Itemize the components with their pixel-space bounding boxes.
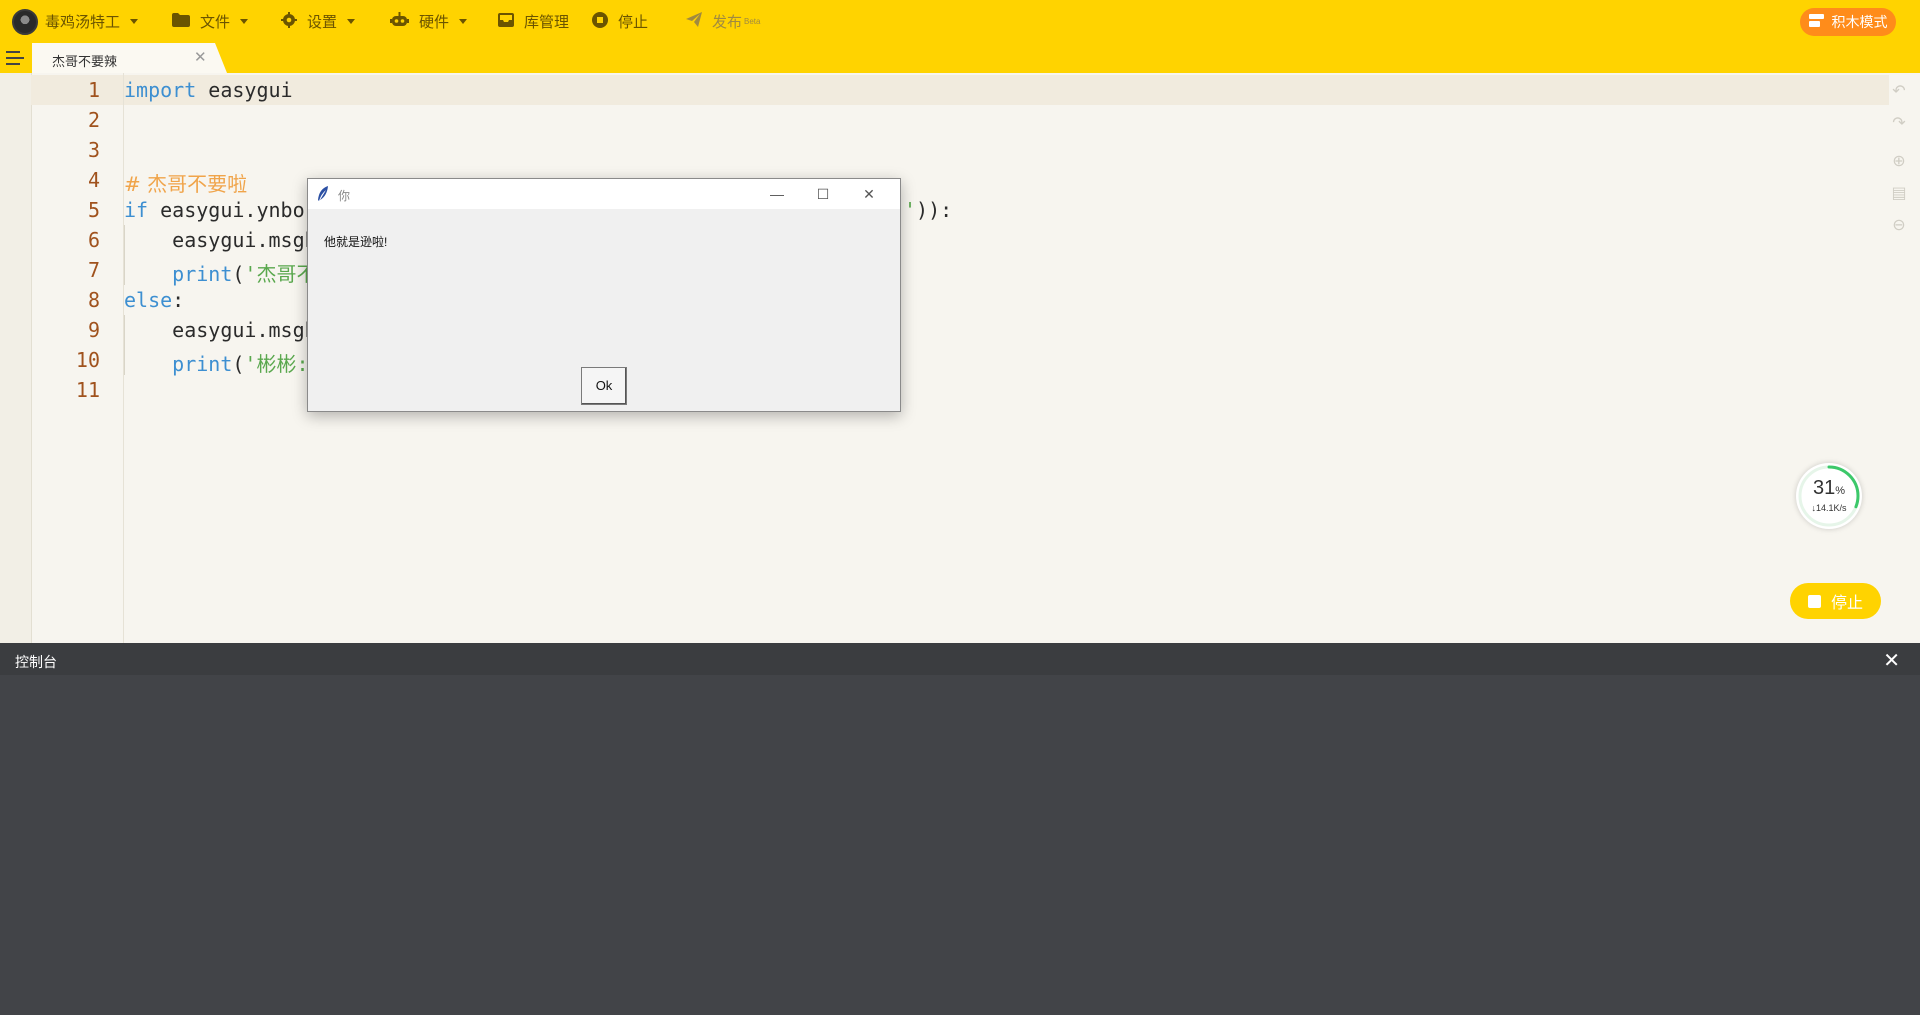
code-line: else: [124,288,185,312]
line-number: 8 [87,288,100,312]
menu-publish[interactable]: 发布 Beta [686,0,760,43]
line-number: 10 [75,348,100,372]
console-output[interactable] [0,675,1920,1015]
line-number: 4 [87,168,100,192]
network-speed-widget[interactable]: 31% ↓14.1K/s [1796,463,1862,529]
block-mode-label: 积木模式 [1831,14,1888,30]
user-menu[interactable]: 毒鸡汤特工 [12,0,139,43]
code-line: easygui.msgb [124,228,317,252]
menu-stop-label: 停止 [618,14,649,31]
avatar [12,8,38,35]
chevron-down-icon [347,19,356,24]
tab-bar: 杰哥不要辣 ✕ [0,43,1920,73]
code-line: # 杰哥不要啦 [124,172,248,196]
paper-plane-icon [686,12,702,31]
close-icon[interactable]: ✕ [1883,648,1900,673]
stop-icon [1807,594,1821,608]
zoom-out-icon[interactable]: ⊖ [1890,217,1908,235]
redo-icon[interactable]: ↷ [1890,115,1908,133]
tab-label: 杰哥不要辣 [52,54,118,69]
menu-publish-label: 发布 [712,14,743,31]
network-percent: 31% [1812,477,1846,499]
line-number: 2 [87,108,100,132]
line-number: 9 [87,318,100,342]
undo-icon[interactable]: ↶ [1890,83,1908,101]
gear-icon [281,11,297,32]
chevron-down-icon [459,19,468,24]
console-header: 控制台 ✕ [0,643,1920,675]
menu-toggle-icon[interactable] [6,51,24,65]
message-dialog: 你 — ☐ ✕ 他就是逊啦! Ok [307,178,901,412]
menu-settings[interactable]: 设置 [281,0,356,43]
line-number: 3 [87,138,100,162]
zoom-in-icon[interactable]: ⊕ [1890,153,1908,171]
feather-icon [317,186,329,207]
code-line: easygui.msgb [124,318,317,342]
menu-file[interactable]: 文件 [172,0,249,43]
code-line: print('彬彬: [124,352,309,376]
code-line: print('杰哥不 [124,262,317,286]
menu-stop[interactable]: 停止 [592,0,648,43]
line-number: 5 [87,198,100,222]
menu-settings-label: 设置 [307,14,338,31]
active-line-highlight [31,75,1889,105]
code-line: import easygui [124,78,293,102]
line-number: 11 [75,378,100,402]
code-line-tail: ')): [904,198,953,222]
code-line: if easygui.ynbo [124,198,305,222]
menu-file-label: 文件 [200,14,231,31]
menu-hardware-label: 硬件 [419,14,450,31]
line-number: 6 [87,228,100,252]
block-mode-button[interactable]: 积木模式 [1800,8,1896,36]
ok-button[interactable]: Ok [581,367,627,405]
console-title: 控制台 [15,654,57,670]
dialog-titlebar[interactable]: 你 — ☐ ✕ [308,179,900,209]
menu-hardware[interactable]: 硬件 [390,0,468,43]
folder-icon [172,12,190,31]
dialog-message: 他就是逊啦! [324,235,388,249]
maximize-icon[interactable]: ☐ [800,179,846,209]
user-name: 毒鸡汤特工 [45,14,121,31]
line-number: 7 [87,258,100,282]
floating-stop-label: 停止 [1830,595,1863,612]
inbox-icon [498,12,514,31]
menu-library[interactable]: 库管理 [498,0,569,43]
line-number: 1 [87,78,100,102]
network-rate: ↓14.1K/s [1811,503,1847,513]
blocks-icon [1808,14,1824,30]
code-editor[interactable]: 1 2 3 4 5 6 7 8 9 10 11 import easygui #… [0,73,1920,643]
tab-file[interactable]: 杰哥不要辣 ✕ [32,43,227,73]
floating-stop-button[interactable]: 停止 [1790,583,1881,619]
robot-icon [390,11,409,32]
dialog-title: 你 [338,189,351,203]
menu-library-label: 库管理 [524,14,570,31]
close-icon[interactable]: ✕ [846,179,892,209]
chevron-down-icon [130,19,139,24]
activity-strip [0,73,32,643]
chevron-down-icon [240,19,249,24]
beta-badge: Beta [744,17,761,26]
top-menu-bar: 毒鸡汤特工 文件 设置 硬件 库管理 停止 发布 Beta 积木模式 [0,0,1920,43]
stop-circle-icon [592,11,608,32]
close-icon[interactable]: ✕ [194,48,207,66]
minimize-icon[interactable]: — [754,179,800,209]
format-icon[interactable]: ▤ [1890,185,1908,203]
